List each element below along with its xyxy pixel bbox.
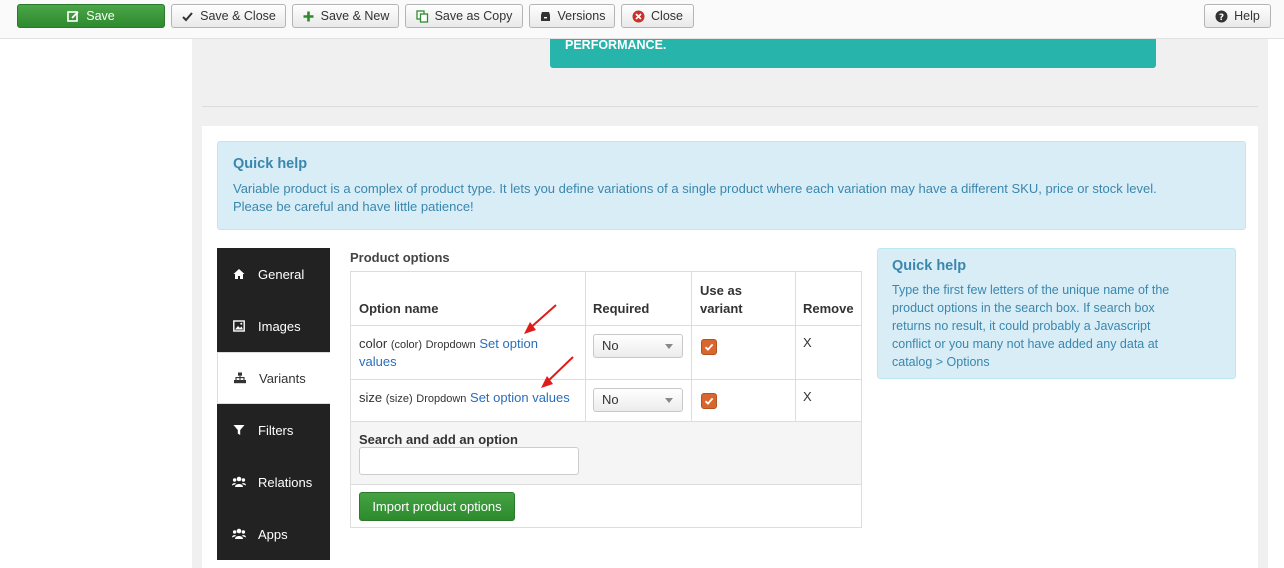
header-option-name: Option name [359,301,439,316]
option-type: Dropdown [416,393,467,405]
tab-apps-label: Apps [258,526,288,542]
tab-filters-label: Filters [258,422,294,438]
save-close-label: Save & Close [200,9,276,23]
option-code: (size) [385,393,413,405]
search-option-input[interactable] [359,447,579,475]
check-icon [181,10,194,23]
use-as-variant-checkbox[interactable] [701,339,717,355]
svg-text:?: ? [1219,13,1224,23]
import-product-options-button[interactable]: Import product options [359,492,515,521]
tab-general[interactable]: General [217,248,330,300]
header-use-as: Use as [700,283,742,298]
set-option-values-link-cont[interactable]: values [359,354,397,369]
column-divider [795,272,796,421]
versions-button[interactable]: Versions [529,4,615,28]
header-variant: variant [700,301,743,316]
required-select[interactable]: No [593,388,683,412]
help-label: Help [1234,9,1260,23]
required-select[interactable]: No [593,334,683,358]
option-row-color: color (color) Dropdown Set option [359,336,538,351]
tab-filters[interactable]: Filters [217,404,330,456]
close-button[interactable]: Close [621,4,694,28]
use-as-variant-checkbox[interactable] [701,393,717,409]
row-divider [351,484,861,485]
tab-images-label: Images [258,318,301,334]
quick-help-side-line: product options in the search box. If se… [892,301,1155,315]
column-divider [691,272,692,421]
tab-variants-label: Variants [259,370,306,386]
promo-banner-text: PERFORMANCE. [565,38,667,52]
save-close-button[interactable]: Save & Close [171,4,286,28]
quick-help-top-line2: Please be careful and have little patien… [233,199,474,214]
left-sidebar-area [0,39,192,568]
required-select-value: No [602,392,619,407]
required-select-value: No [602,338,619,353]
save-new-button[interactable]: Save & New [292,4,399,28]
option-name: size [359,390,383,405]
caret-down-icon [665,398,673,403]
arrow-icon [528,304,557,330]
archive-icon [539,10,552,23]
quick-help-side-line: Type the first few letters of the unique… [892,283,1170,297]
close-label: Close [651,9,683,23]
remove-option-button[interactable]: X [803,389,812,404]
divider [202,106,1258,107]
users-icon [232,475,246,489]
image-icon [232,319,246,333]
versions-label: Versions [557,9,606,23]
column-divider [585,272,586,421]
save-copy-label: Save as Copy [434,9,513,23]
tab-apps[interactable]: Apps [217,508,330,560]
header-required: Required [593,301,650,316]
save-button[interactable]: Save [17,4,165,28]
help-button[interactable]: ? Help [1204,4,1271,28]
close-circle-icon [632,10,645,23]
filter-icon [232,423,246,437]
toolbar: Save Save & Close Save & New Save as Cop… [0,0,1284,39]
quick-help-top-line1: Variable product is a complex of product… [233,181,1157,196]
side-tabs: General Images Variants Filters Relation… [217,248,330,560]
sitemap-icon [233,371,247,385]
quick-help-side-title: Quick help [892,258,967,274]
option-code: (color) [390,339,422,351]
caret-down-icon [665,344,673,349]
product-options-table: Option name Required Use as variant Remo… [350,271,862,528]
check-icon [704,397,714,405]
tab-images[interactable]: Images [217,300,330,352]
search-option-label: Search and add an option [359,432,518,447]
quick-help-side-line: catalog > Options [892,355,990,369]
option-type: Dropdown [425,339,476,351]
tab-relations[interactable]: Relations [217,456,330,508]
plus-icon [302,10,315,23]
row-divider [351,325,861,326]
copy-icon [415,9,429,23]
edit-icon [67,10,80,23]
annotation-arrows [524,304,574,388]
save-label: Save [86,9,115,23]
promo-banner: PERFORMANCE. [550,39,1156,68]
home-icon [232,267,246,281]
tab-variants[interactable]: Variants [217,352,330,404]
save-new-label: Save & New [320,9,390,23]
row-divider [351,379,861,380]
arrow-icon [545,356,574,384]
users-icon [232,527,246,541]
quick-help-top-title: Quick help [233,156,308,172]
check-icon [704,343,714,351]
quick-help-side: Quick help Type the first few letters of… [877,248,1236,379]
tab-relations-label: Relations [258,474,313,490]
quick-help-top: Quick help Variable product is a complex… [217,141,1246,230]
remove-option-button[interactable]: X [803,335,812,350]
header-remove: Remove [803,301,854,316]
tab-general-label: General [258,266,305,282]
option-name: color [359,336,388,351]
right-edge [1268,39,1284,568]
product-options-title: Product options [350,250,450,265]
quick-help-side-line: conflict or you many not have added any … [892,337,1159,351]
save-copy-button[interactable]: Save as Copy [405,4,523,28]
quick-help-side-line: returns no result, it could probably a J… [892,319,1151,333]
question-circle-icon: ? [1215,10,1228,23]
